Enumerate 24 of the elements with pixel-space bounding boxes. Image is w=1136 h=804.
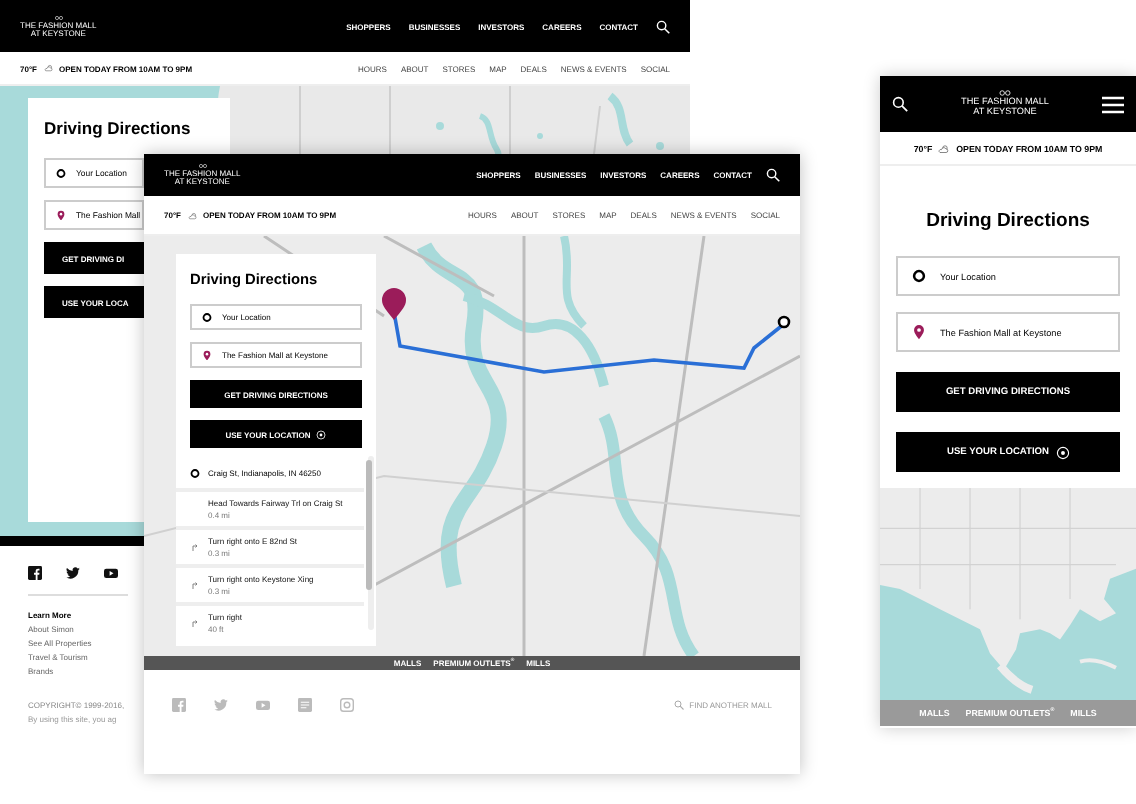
turn-right-icon xyxy=(190,541,200,551)
location-circle-icon xyxy=(56,167,66,179)
map-pin-icon xyxy=(202,349,212,361)
rings-icon xyxy=(998,90,1012,97)
turn-right-icon xyxy=(190,579,200,589)
panel-title: Driving Directions xyxy=(44,118,193,138)
location-circle-icon xyxy=(912,268,926,284)
location-circle-icon xyxy=(202,311,212,323)
turn-right-icon xyxy=(190,617,200,627)
panel-title: Driving Directions xyxy=(924,210,1092,232)
scrollbar-thumb[interactable] xyxy=(366,460,372,591)
weather-icon xyxy=(43,64,53,72)
location-circle-icon xyxy=(190,468,200,479)
search-icon[interactable] xyxy=(892,96,908,112)
menu-icon[interactable] xyxy=(1102,95,1124,113)
map-pin-icon xyxy=(56,209,66,221)
weather-icon xyxy=(187,211,197,219)
target-icon xyxy=(316,429,327,439)
weather-icon xyxy=(938,143,951,153)
youtube-icon[interactable] xyxy=(104,566,118,580)
facebook-icon[interactable] xyxy=(28,566,42,580)
target-icon xyxy=(1055,445,1069,459)
map-pin-icon xyxy=(912,324,926,340)
twitter-icon[interactable] xyxy=(66,566,80,580)
